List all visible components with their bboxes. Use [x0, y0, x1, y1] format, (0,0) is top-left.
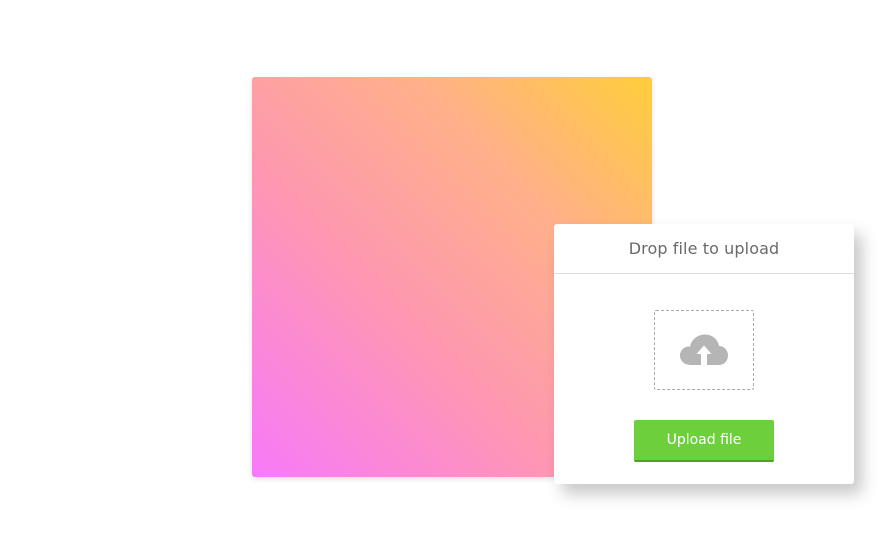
- upload-card: Drop file to upload Upload file: [554, 224, 854, 484]
- page: Drop file to upload Upload file: [0, 0, 880, 552]
- gradient-background-panel: Drop file to upload Upload file: [252, 77, 854, 484]
- card-header: Drop file to upload: [554, 224, 854, 274]
- card-title: Drop file to upload: [628, 239, 780, 258]
- file-dropzone[interactable]: [654, 310, 754, 390]
- cloud-upload-icon: [680, 334, 728, 365]
- upload-file-button[interactable]: Upload file: [634, 420, 774, 462]
